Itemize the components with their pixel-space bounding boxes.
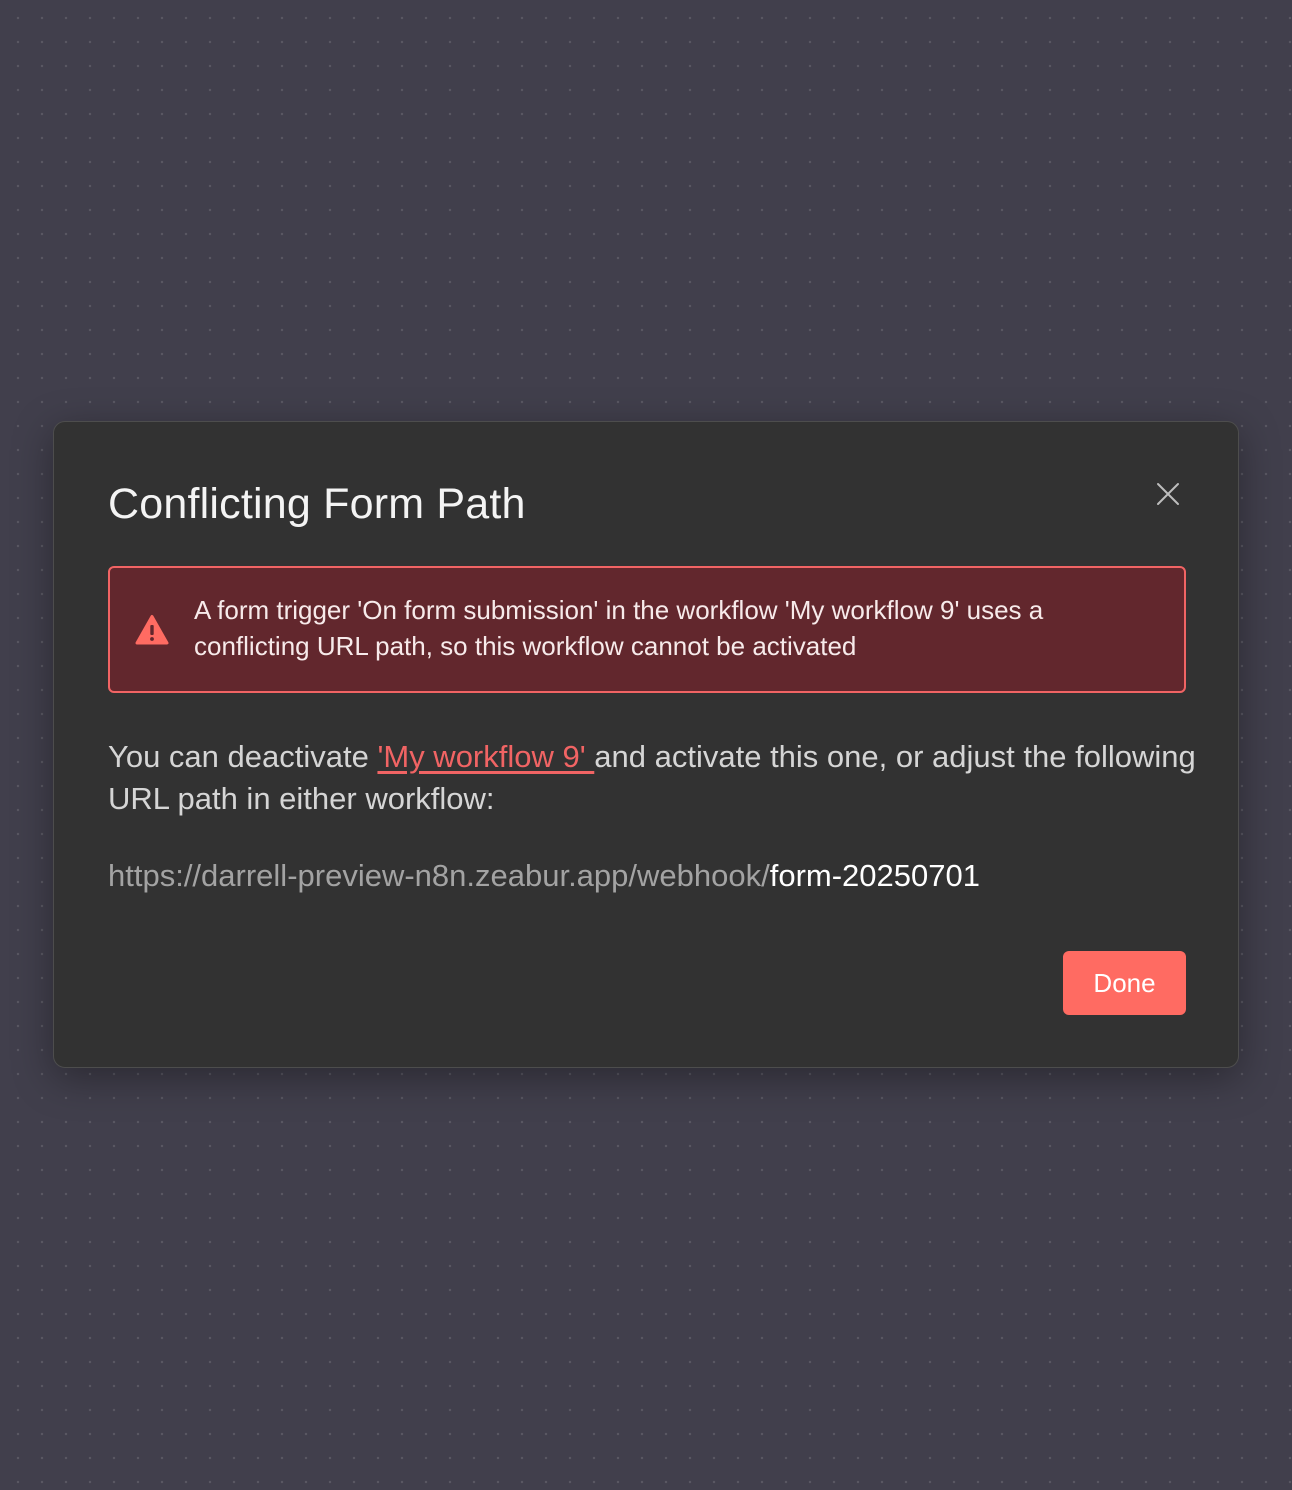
done-button[interactable]: Done <box>1063 951 1186 1015</box>
dialog-description: You can deactivate 'My workflow 9' and a… <box>108 736 1198 820</box>
description-prefix: You can deactivate <box>108 739 378 774</box>
close-icon <box>1157 483 1179 505</box>
alert-message: A form trigger 'On form submission' in t… <box>194 595 1044 661</box>
webhook-url-base: https://darrell-preview-n8n.zeabur.app/w… <box>108 858 770 893</box>
webhook-url: https://darrell-preview-n8n.zeabur.app/w… <box>108 855 1198 897</box>
conflicting-workflow-link[interactable]: 'My workflow 9' <box>377 739 594 774</box>
conflict-dialog: Conflicting Form Path A form trigger 'On… <box>53 421 1239 1068</box>
error-alert: A form trigger 'On form submission' in t… <box>108 566 1186 693</box>
close-button[interactable] <box>1150 476 1186 512</box>
canvas-background: Conflicting Form Path A form trigger 'On… <box>0 0 1292 1490</box>
warning-triangle-icon <box>135 615 169 645</box>
dialog-title: Conflicting Form Path <box>108 480 526 528</box>
webhook-url-path: form-20250701 <box>769 858 980 893</box>
